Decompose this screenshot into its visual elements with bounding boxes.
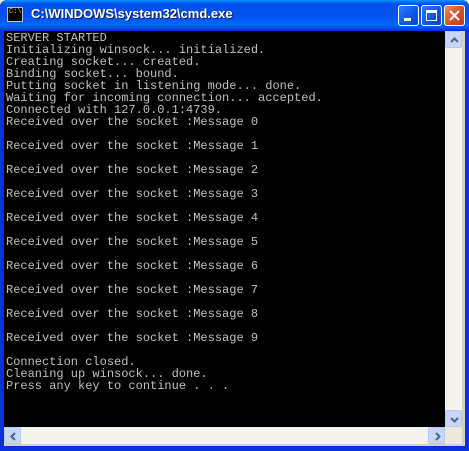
console-line: Received over the socket :Message 1 <box>6 139 259 153</box>
maximize-button[interactable] <box>421 5 442 26</box>
arrow-up-icon <box>450 37 459 43</box>
cmd-app-icon-text: C:\ <box>9 8 22 16</box>
arrow-down-icon <box>450 417 459 423</box>
console-line: Received over the socket :Message 6 <box>6 259 259 273</box>
close-icon <box>449 10 460 21</box>
window-title: C:\WINDOWS\system32\cmd.exe <box>31 6 233 21</box>
console-line: Received over the socket :Message 7 <box>6 283 259 297</box>
console-line: Received over the socket :Message 2 <box>6 163 259 177</box>
console-line: Received over the socket :Message 0 <box>6 115 259 129</box>
horizontal-scrollbar[interactable] <box>4 427 445 444</box>
arrow-left-icon <box>10 432 16 441</box>
vertical-scrollbar[interactable] <box>445 31 462 427</box>
console-line: Received over the socket :Message 4 <box>6 211 259 225</box>
console-window: C:\ C:\WINDOWS\system32\cmd.exe SERVER S… <box>0 0 469 451</box>
maximize-icon <box>426 10 437 21</box>
console-line: Received over the socket :Message 8 <box>6 307 259 321</box>
console-line: Received over the socket :Message 3 <box>6 187 259 201</box>
resize-grip[interactable] <box>445 427 462 444</box>
minimize-button[interactable] <box>398 5 419 26</box>
scroll-up-button[interactable] <box>445 31 462 48</box>
console-line: Received over the socket :Message 5 <box>6 235 259 249</box>
title-bar[interactable]: C:\ C:\WINDOWS\system32\cmd.exe <box>0 0 469 30</box>
console-line: Received over the socket :Message 9 <box>6 331 259 345</box>
scroll-right-button[interactable] <box>428 427 445 444</box>
cmd-app-icon[interactable]: C:\ <box>7 7 23 22</box>
close-button[interactable] <box>444 5 465 26</box>
minimize-icon <box>404 18 411 21</box>
arrow-right-icon <box>435 432 441 441</box>
console-line: Press any key to continue . . . <box>6 379 230 393</box>
console-output[interactable]: SERVER STARTED Initializing winsock... in… <box>4 31 445 427</box>
scroll-down-button[interactable] <box>445 410 462 427</box>
scroll-left-button[interactable] <box>4 427 21 444</box>
